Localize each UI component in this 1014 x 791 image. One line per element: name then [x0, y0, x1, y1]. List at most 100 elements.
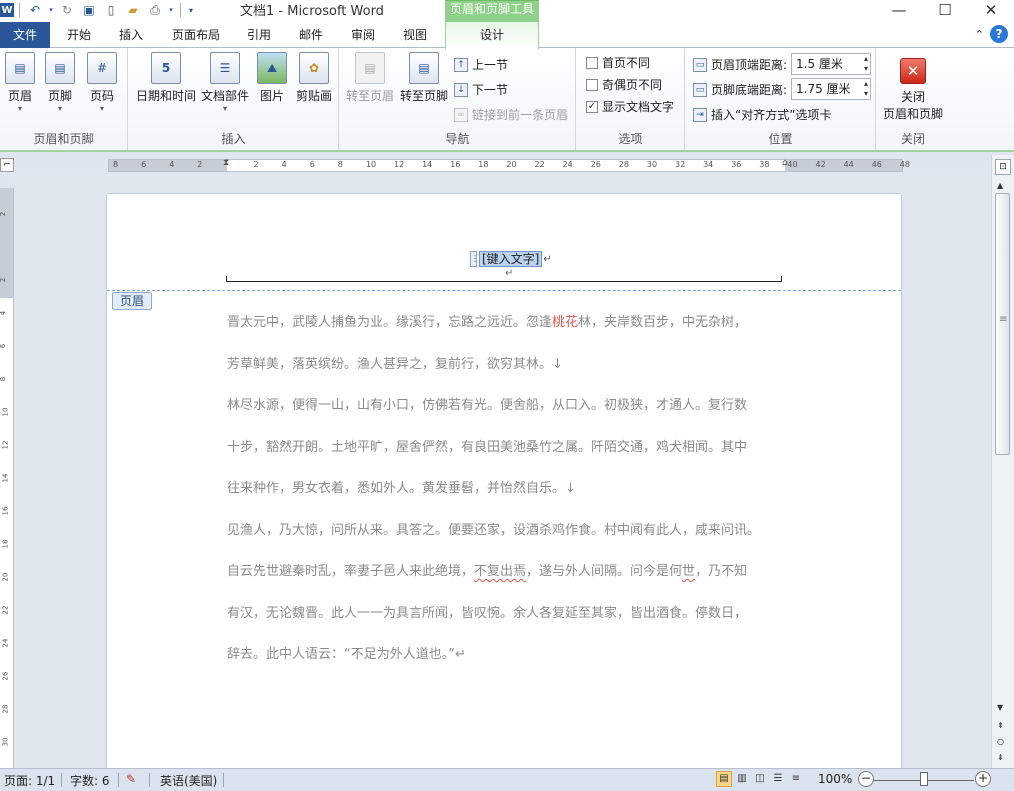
vertical-scrollbar[interactable]: ⊡ ▲ ▼ ⇞ ○ ⇟: [991, 155, 1014, 768]
help-icon[interactable]: ?: [990, 25, 1008, 43]
text-line: 林尽水源，便得一山，山有小口，仿佛若有光。便舍船，从口入。初极狭，才通人。复行数: [227, 398, 748, 413]
footer-button[interactable]: ▤ 页脚 ▾: [42, 52, 78, 114]
header-content-control[interactable]: ⋮ [键入文字] ↵: [470, 251, 552, 267]
web-layout-icon[interactable]: ◫: [752, 771, 768, 787]
vertical-ruler[interactable]: 22468101214161820222426283032: [0, 188, 14, 779]
footer-bottom-distance-input[interactable]: 1.75 厘米 ▴ ▾: [791, 78, 871, 100]
header-button[interactable]: ▤ 页眉 ▾: [2, 52, 38, 114]
open-folder-icon[interactable]: ▰: [123, 1, 143, 19]
ruler-tick-label: 30: [646, 160, 658, 169]
document-page[interactable]: ⋮ [键入文字] ↵ ↵ 页眉 晋太元中，武陵人捕鱼为业。缘溪行，忘路之远近。忽…: [107, 194, 901, 784]
language-indicator[interactable]: 英语(美国): [160, 772, 217, 789]
tab-mailings[interactable]: 邮件: [288, 22, 334, 48]
previous-page-icon[interactable]: ⇞: [997, 721, 1004, 730]
goto-footer-button[interactable]: ▤ 转至页脚: [398, 52, 450, 104]
chevron-down-icon: ▾: [222, 104, 227, 113]
ruler-tick-label: 22: [534, 160, 545, 169]
show-document-text-checkbox[interactable]: ✓ 显示文档文字: [586, 98, 674, 115]
docparts-button[interactable]: ☰ 文档部件 ▾: [199, 52, 251, 114]
group-label: 导航: [445, 132, 470, 146]
clipart-button[interactable]: ✿ 剪贴画: [293, 52, 335, 104]
tab-insert[interactable]: 插入: [107, 22, 155, 48]
ribbon-tabs: 文件 开始 插入 页面布局 引用 邮件 审阅 视图 设计 ⌃ ?: [0, 22, 1014, 49]
header-top-distance-input[interactable]: 1.5 厘米 ▴ ▾: [791, 53, 871, 75]
quick-access-toolbar: W ↶ ▾ ↻ ▣ ▯ ▰ ⎙ ▾ ▾: [0, 0, 196, 20]
close-header-footer-button[interactable]: ✕ 关闭 页眉和页脚: [879, 58, 947, 122]
ruler-tick-label: 36: [731, 160, 742, 169]
datetime-button[interactable]: 5 日期和时间: [134, 52, 198, 104]
insert-alignment-tab-button[interactable]: ⇥ 插入“对齐方式”选项卡: [693, 106, 831, 123]
full-screen-reading-icon[interactable]: ▥: [734, 771, 750, 787]
ruler-tick-label: 8: [337, 160, 343, 169]
next-page-icon[interactable]: ⇟: [997, 753, 1004, 762]
tab-selector-icon[interactable]: ⌐: [0, 158, 14, 172]
tab-home[interactable]: 开始: [55, 22, 103, 48]
tab-view[interactable]: 视图: [392, 22, 438, 48]
view-buttons: ▤ ▥ ◫ ☰ ≡: [716, 771, 804, 787]
ruler-tick-label: 48: [899, 160, 910, 169]
picture-button[interactable]: ⛰ 图片: [254, 52, 290, 104]
new-document-icon[interactable]: ▯: [101, 1, 121, 19]
select-browse-object-icon[interactable]: ○: [997, 737, 1004, 746]
draft-icon[interactable]: ≡: [788, 771, 804, 787]
undo-icon[interactable]: ↶: [25, 1, 45, 19]
window-controls: — ☐ ✕: [876, 0, 1014, 20]
ruler-tick-label: 20: [506, 160, 517, 169]
page-count[interactable]: 页面: 1/1: [4, 772, 55, 789]
spin-arrows-icon[interactable]: ▴ ▾: [864, 54, 868, 74]
goto-header-button[interactable]: ▤ 转至页眉: [344, 52, 396, 104]
right-indent-marker-icon[interactable]: ⌂: [782, 158, 788, 168]
page-number-button[interactable]: # 页码 ▾: [84, 52, 120, 114]
page-number-icon: #: [87, 52, 117, 84]
tab-review[interactable]: 审阅: [340, 22, 386, 48]
outline-icon[interactable]: ☰: [770, 771, 786, 787]
horizontal-ruler[interactable]: 8 6 4 2 2 4 6 8 10 12 14 16 18 20 22 24 26 28 30 32 34 36 38 40…: [108, 158, 910, 172]
tab-references[interactable]: 引用: [236, 22, 282, 48]
minimize-ribbon-icon[interactable]: ⌃: [975, 28, 984, 41]
header-icon: ▤: [5, 52, 35, 84]
save-icon[interactable]: ▣: [79, 1, 99, 19]
context-tab-title: 页眉和页脚工具: [445, 0, 539, 22]
customize-qat-icon[interactable]: ▾: [186, 1, 196, 19]
calendar-icon: 5: [151, 52, 181, 84]
previous-section-button[interactable]: ↑ 上一节: [454, 56, 508, 73]
document-body[interactable]: 晋太元中，武陵人捕鱼为业。缘溪行，忘路之远近。忽逢桃花林，夹岸数百步，中无杂树，…: [227, 302, 787, 676]
tab-page-layout[interactable]: 页面布局: [163, 22, 229, 48]
print-dropdown-icon[interactable]: ▾: [167, 1, 175, 19]
ruler-tick-label: 2: [197, 160, 203, 169]
zoom-level[interactable]: 100%: [818, 772, 852, 786]
zoom-in-icon[interactable]: +: [975, 771, 991, 787]
maximize-icon[interactable]: ☐: [922, 0, 968, 20]
content-control-handle-icon[interactable]: ⋮: [470, 251, 479, 267]
group-navigation: ▤ 转至页眉 ▤ 转至页脚 ↑ 上一节 ↓ 下一节 ∞ 链接到前一条页眉 导航: [340, 48, 576, 150]
undo-dropdown-icon[interactable]: ▾: [47, 1, 55, 19]
indent-marker-icon[interactable]: ⧗: [223, 158, 229, 168]
ruler-tick-label: 10: [365, 160, 377, 169]
scroll-down-icon[interactable]: ▼: [997, 703, 1003, 712]
checkbox: [586, 56, 598, 69]
view-ruler-icon[interactable]: ⊡: [995, 159, 1011, 175]
scroll-thumb[interactable]: [995, 193, 1010, 455]
text-line: 晋太元中，武陵人捕鱼为业。缘溪行，忘路之远近。忽逢桃花林，夹岸数百步，中无杂树，: [227, 315, 748, 330]
first-page-different-checkbox[interactable]: 首页不同: [586, 54, 650, 71]
ruler-tick-label: 46: [871, 160, 882, 169]
print-layout-icon[interactable]: ▤: [716, 771, 732, 787]
zoom-out-icon[interactable]: −: [858, 771, 874, 787]
word-count[interactable]: 字数: 6: [70, 772, 110, 789]
next-section-button[interactable]: ↓ 下一节: [454, 81, 508, 98]
header-placeholder[interactable]: [键入文字]: [479, 251, 543, 267]
tab-file[interactable]: 文件: [0, 22, 50, 48]
link-to-previous-button[interactable]: ∞ 链接到前一条页眉: [454, 106, 568, 123]
minimize-icon[interactable]: —: [876, 0, 922, 20]
scroll-up-icon[interactable]: ▲: [997, 181, 1003, 190]
tab-design[interactable]: 设计: [445, 22, 539, 49]
proofing-icon[interactable]: ✎: [126, 772, 136, 786]
redo-icon[interactable]: ↻: [57, 1, 77, 19]
spin-arrows-icon[interactable]: ▴ ▾: [864, 79, 868, 99]
word-window: W ↶ ▾ ↻ ▣ ▯ ▰ ⎙ ▾ ▾ 文档1 - Microsoft Word…: [0, 0, 1014, 791]
close-icon[interactable]: ✕: [968, 0, 1014, 20]
print-icon[interactable]: ⎙: [145, 1, 165, 19]
group-close: ✕ 关闭 页眉和页脚 关闭: [877, 48, 949, 150]
zoom-slider-thumb[interactable]: [920, 772, 928, 786]
odd-even-different-checkbox[interactable]: 奇偶页不同: [586, 76, 662, 93]
